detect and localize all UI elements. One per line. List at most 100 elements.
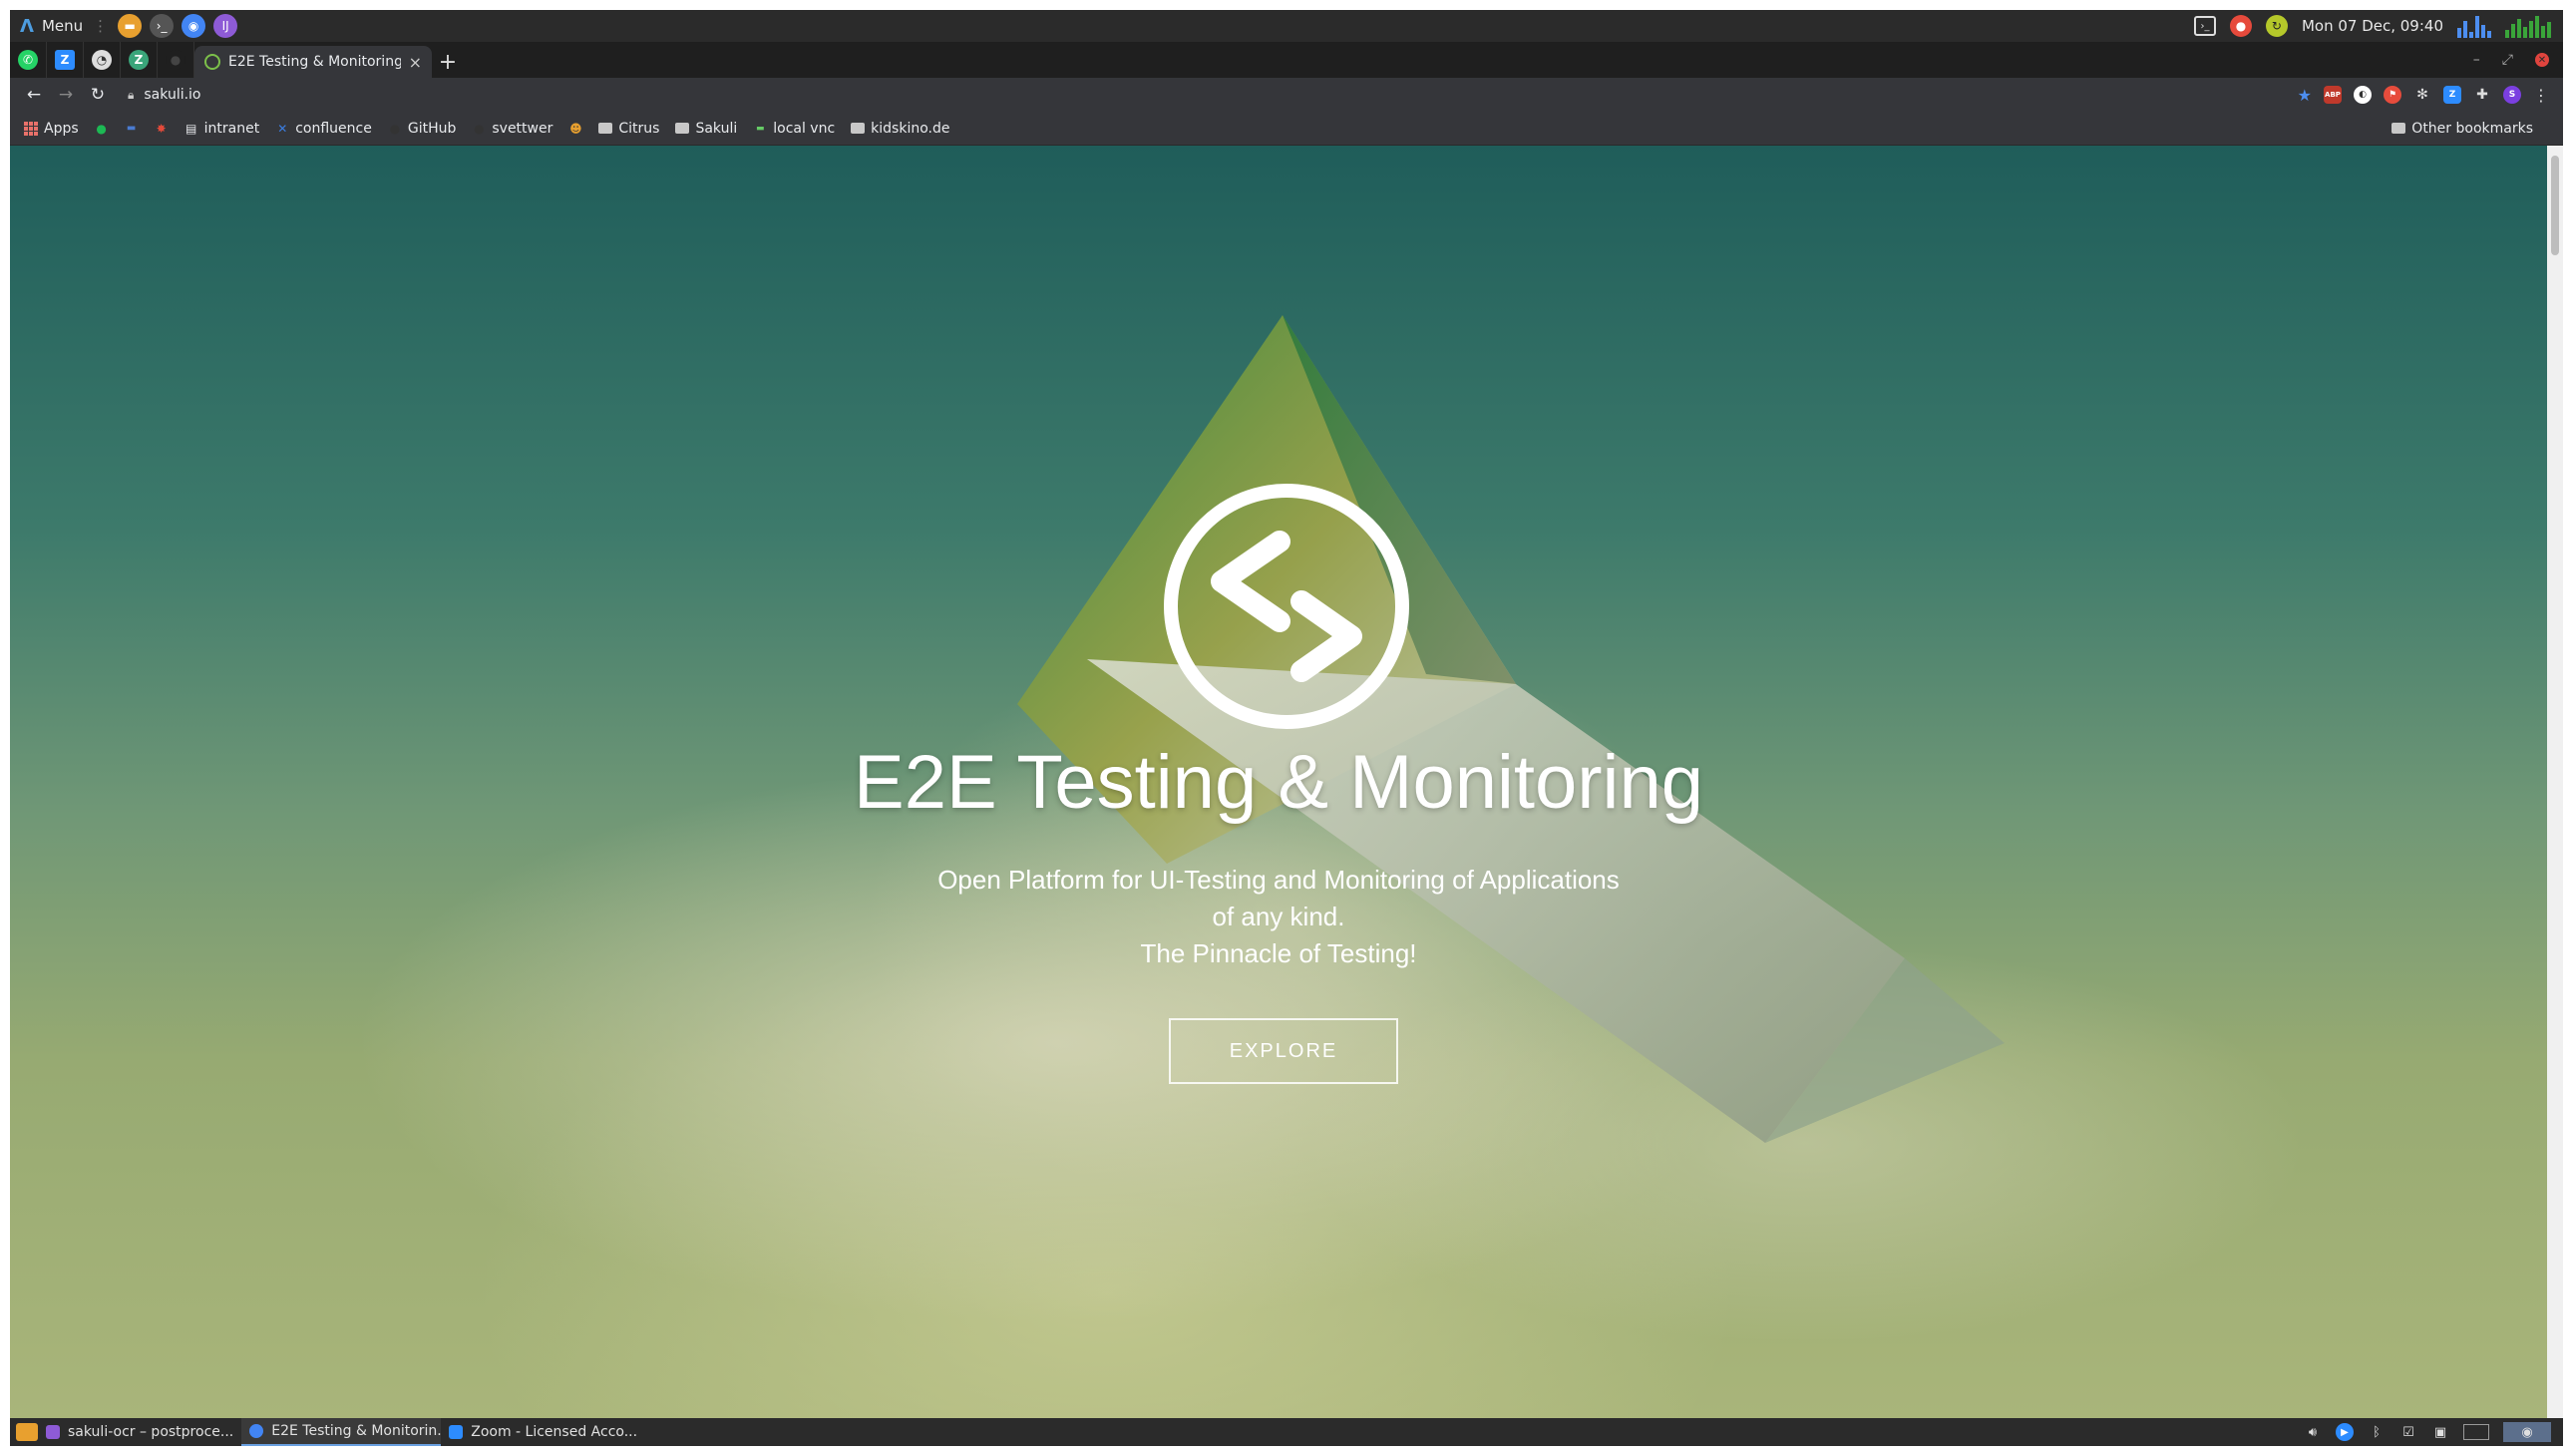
hero-title: E2E Testing & Monitoring (854, 740, 1703, 825)
hero-section: E2E Testing & Monitoring Open Platform f… (10, 146, 2547, 1418)
task-ide[interactable]: sakuli-ocr – postproce... (38, 1418, 241, 1446)
bookmark-label: Sakuli (695, 120, 738, 137)
bookmark-avatar[interactable]: ☻ (568, 122, 582, 136)
tab-title: E2E Testing & Monitoring (228, 54, 401, 70)
bluetooth-icon[interactable]: ᛒ (2368, 1423, 2386, 1441)
pinned-tab-whatsapp[interactable]: ✆ (10, 42, 47, 78)
bookmark-apps[interactable]: Apps (24, 121, 79, 137)
pinned-tab-clock[interactable]: ◔ (84, 42, 121, 78)
confluence-icon: ✕ (277, 121, 288, 136)
graph-bar (2481, 25, 2485, 38)
extensions-puzzle-icon[interactable]: ✚ (2473, 86, 2491, 104)
tab-close-icon[interactable]: × (409, 53, 422, 72)
bookmark-local-vnc[interactable]: ▬ local vnc (753, 121, 835, 137)
clipboard-check-icon[interactable]: ☑ (2399, 1423, 2417, 1441)
bookmark-jira[interactable]: ✸ (155, 122, 169, 136)
address-bar[interactable]: 🔒︎ sakuli.io (128, 87, 2298, 103)
hero-subtitle-line1: Open Platform for UI-Testing and Monitor… (937, 865, 1620, 895)
back-arrow-icon[interactable]: ← (18, 85, 50, 105)
bookmark-spotify[interactable]: ● (95, 122, 109, 136)
window-close-icon[interactable]: ✕ (2535, 53, 2549, 67)
bookmark-svettwer[interactable]: ● svettwer (472, 121, 552, 137)
app-menu[interactable]: Λ Menu ⋮ (10, 16, 110, 37)
url-text[interactable]: sakuli.io (144, 87, 200, 103)
browser-toolbar: ← → ↻ 🔒︎ sakuli.io ★ ABP ◐ ⚑ ✻ Z ✚ S ⋮ (10, 78, 2563, 112)
bookmark-confluence[interactable]: ✕ confluence (275, 121, 372, 137)
bookmark-mail[interactable]: ▬ (125, 122, 139, 136)
apps-grid-icon (24, 121, 38, 136)
new-tab-button[interactable]: + (432, 46, 464, 78)
explore-button[interactable]: EXPLORE (1169, 1018, 1398, 1084)
task-label: sakuli-ocr – postproce... (68, 1424, 234, 1440)
pinned-tab-z[interactable]: Z (121, 42, 158, 78)
pinned-tab-zoom[interactable]: Z (47, 42, 84, 78)
graph-bar (2529, 21, 2533, 38)
reload-icon[interactable]: ↻ (82, 85, 114, 105)
tab-active[interactable]: E2E Testing & Monitoring × (194, 46, 432, 78)
folder-icon (851, 123, 866, 134)
profile-avatar-icon[interactable]: S (2503, 86, 2521, 104)
bookmark-label: Citrus (618, 120, 660, 137)
red-extension-icon[interactable]: ⚑ (2384, 86, 2401, 104)
browser-menu-kebab-icon[interactable]: ⋮ (2533, 86, 2549, 105)
jira-icon: ✸ (156, 121, 167, 136)
updates-tray-icon[interactable]: ● (2229, 15, 2252, 37)
file-manager-icon[interactable] (16, 1423, 38, 1441)
workspace-1-icon[interactable] (2463, 1424, 2489, 1440)
forward-arrow-icon[interactable]: → (50, 85, 82, 105)
task-chrome[interactable]: E2E Testing & Monitorin... (241, 1418, 442, 1446)
bookmark-label: kidskino.de (871, 120, 950, 137)
bookmark-github[interactable]: ● GitHub (388, 121, 457, 137)
hero-subtitle-line2: of any kind. (1212, 902, 1345, 931)
chrome-launcher-icon[interactable]: ◉ (182, 14, 206, 38)
volume-icon[interactable]: 🔊︎ (2304, 1423, 2322, 1441)
bookmark-label: intranet (203, 120, 260, 137)
task-zoom[interactable]: Zoom - Licensed Acco... (441, 1418, 645, 1446)
adblock-plus-icon[interactable]: ABP (2324, 86, 2342, 104)
graph-bar (2523, 27, 2527, 38)
graph-bar (2535, 16, 2539, 38)
workspace-2-icon[interactable]: ◉ (2503, 1422, 2551, 1442)
bookmark-star-icon[interactable]: ★ (2298, 86, 2312, 105)
page-scrollbar[interactable] (2547, 146, 2563, 1418)
spotify-icon: ● (96, 121, 107, 136)
bookmark-sakuli[interactable]: Sakuli (675, 121, 737, 137)
bookmark-citrus[interactable]: Citrus (598, 121, 659, 137)
network-graph (2505, 14, 2551, 38)
bookmark-label: GitHub (407, 120, 457, 137)
bookmark-intranet[interactable]: ▤ intranet (184, 120, 260, 137)
clock[interactable]: Mon 07 Dec, 09:40 (2302, 17, 2443, 35)
sakuli-favicon-icon (204, 54, 220, 70)
restore-icon[interactable]: ⤢ (2502, 52, 2513, 68)
privacy-extension-icon[interactable]: ◐ (2354, 86, 2372, 104)
arch-logo-icon: Λ (20, 15, 34, 37)
pinned-tab-github[interactable]: ● (158, 42, 194, 78)
menu-label: Menu (41, 17, 84, 35)
zoom-tray-icon[interactable]: ▶ (2336, 1423, 2354, 1441)
terminal-launcher-icon[interactable]: ›_ (150, 14, 175, 38)
tab-strip: ✆ Z ◔ Z ● E2E Testing & Monitoring × + –… (10, 42, 2563, 78)
graph-bar (2541, 26, 2545, 38)
sync-tray-icon[interactable]: ↻ (2265, 15, 2288, 37)
settings-extension-icon[interactable]: ✻ (2413, 86, 2431, 104)
whatsapp-icon: ✆ (18, 50, 38, 70)
zoom-z-icon: Z (55, 50, 75, 70)
chrome-icon (249, 1424, 264, 1438)
terminal-tray-icon[interactable]: ›_ (2193, 16, 2216, 36)
vnc-icon: ▬ (755, 123, 765, 134)
minimize-icon[interactable]: – (2473, 52, 2480, 68)
graph-bar (2475, 16, 2479, 38)
hero-subtitle: Open Platform for UI-Testing and Monitor… (10, 862, 2547, 972)
display-icon[interactable]: ▣ (2431, 1423, 2449, 1441)
graph-bar (2505, 30, 2509, 38)
bookmark-label: svettwer (492, 120, 553, 137)
intellij-icon (46, 1425, 60, 1439)
bookmark-kidskino[interactable]: kidskino.de (851, 120, 950, 137)
file-manager-launcher-icon[interactable]: ▬ (118, 14, 143, 38)
scrollbar-thumb[interactable] (2551, 156, 2559, 255)
zoom-extension-icon[interactable]: Z (2443, 86, 2461, 104)
task-label: Zoom - Licensed Acco... (471, 1424, 638, 1440)
graph-bar (2457, 28, 2461, 38)
other-bookmarks[interactable]: Other bookmarks (2391, 121, 2547, 137)
ide-launcher-icon[interactable]: IJ (213, 14, 238, 38)
